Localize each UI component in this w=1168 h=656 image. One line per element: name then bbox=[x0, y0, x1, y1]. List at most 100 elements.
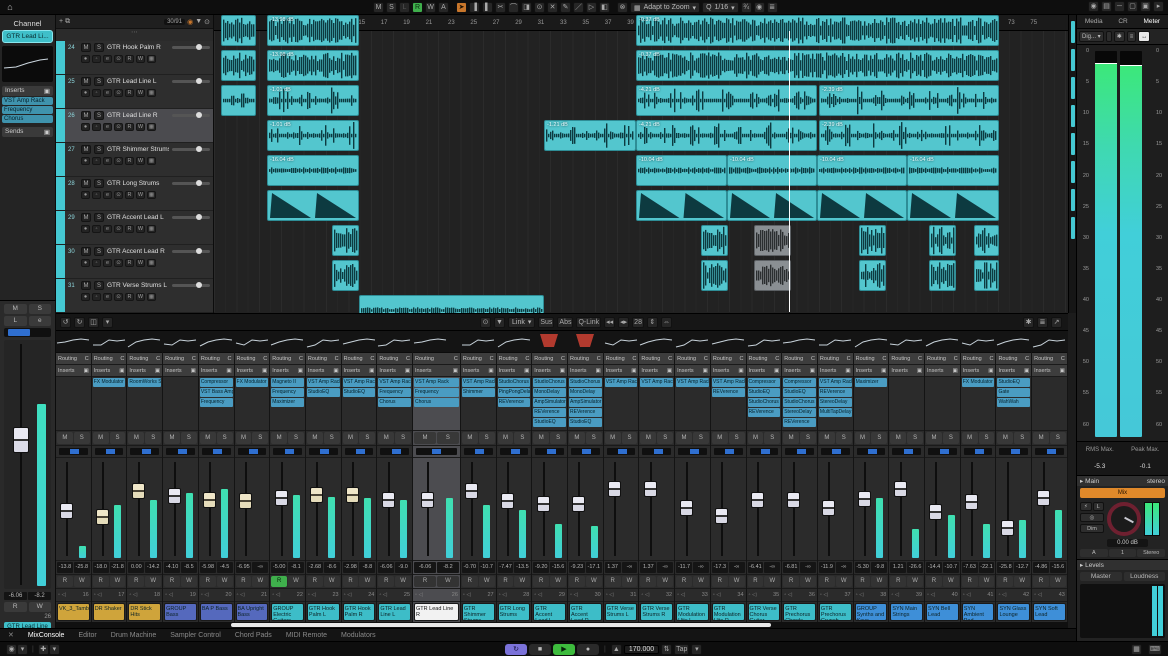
channel-curve-thumbnail[interactable] bbox=[675, 331, 710, 353]
zoom-tool-icon[interactable]: ⊙ bbox=[534, 2, 545, 13]
channel-name-label[interactable]: SYN Bell Lead bbox=[926, 603, 959, 621]
mute-button[interactable]: M bbox=[462, 432, 478, 444]
insert-slot[interactable]: VST Amp Rack bbox=[676, 378, 709, 387]
volume-value[interactable]: -5.00 bbox=[271, 562, 287, 573]
insert-slot[interactable]: Compressor bbox=[748, 378, 781, 387]
insert-slot[interactable]: VST Amp Rack bbox=[414, 378, 459, 387]
state-button-l[interactable]: L bbox=[399, 2, 410, 13]
mute-button[interactable]: M bbox=[783, 432, 799, 444]
insert-slot[interactable]: Compressor bbox=[783, 378, 816, 387]
read-button[interactable]: R bbox=[462, 576, 478, 587]
insert-slot[interactable]: MonoDelay bbox=[569, 388, 602, 397]
write-button[interactable]: W bbox=[252, 576, 268, 587]
insert-slot[interactable]: Chorus bbox=[414, 398, 459, 407]
monitor-icon[interactable]: ◦ ◁ bbox=[344, 592, 352, 598]
audio-event[interactable] bbox=[929, 260, 956, 291]
audio-event[interactable] bbox=[929, 225, 956, 256]
open-external-icon[interactable]: ↗ bbox=[1051, 317, 1062, 328]
inserts-rack-header[interactable]: Inserts▣ bbox=[235, 365, 270, 377]
erase-tool-icon[interactable]: ◨ bbox=[521, 2, 532, 13]
pan-control[interactable] bbox=[56, 446, 91, 458]
mute-button[interactable]: M bbox=[855, 432, 871, 444]
chevron-down-icon[interactable]: ▾ bbox=[691, 644, 702, 655]
channel-curve-thumbnail[interactable] bbox=[235, 331, 270, 353]
track-row[interactable]: 29 M S GTR Accent Lead L ●◦e⊙RW▦ bbox=[56, 211, 213, 245]
pan-control[interactable] bbox=[889, 446, 924, 458]
search-icon[interactable]: ⊙ bbox=[204, 18, 210, 26]
channel-name-label[interactable]: GTR Accent Lead R bbox=[569, 603, 602, 621]
track-volume-slider[interactable] bbox=[172, 148, 210, 151]
sus-button[interactable]: Sus bbox=[538, 317, 554, 328]
rms-max-value[interactable]: -5.3 bbox=[1077, 463, 1123, 470]
audio-event[interactable] bbox=[907, 190, 999, 221]
track-volume-slider[interactable] bbox=[172, 284, 210, 287]
monitor-icon[interactable]: ◉ bbox=[754, 2, 765, 13]
mute-button[interactable]: M bbox=[962, 432, 978, 444]
solo-button[interactable]: S bbox=[324, 432, 340, 444]
track-monitor-button[interactable]: ◦ bbox=[92, 259, 101, 267]
control-room-level-knob[interactable] bbox=[1107, 502, 1141, 536]
channel-name-label[interactable]: SYN Glass Lounge bbox=[997, 603, 1030, 621]
monitor-icon[interactable]: ◦ ◁ bbox=[1034, 592, 1042, 598]
tab-drum-machine[interactable]: Drum Machine bbox=[111, 632, 157, 639]
insert-slot[interactable]: StudioEQ bbox=[997, 378, 1030, 387]
track-row[interactable]: 27 M S GTR Shimmer Strums ●◦e⊙RW▦ bbox=[56, 143, 213, 177]
play-tool-icon[interactable]: ▷ bbox=[586, 2, 597, 13]
maximize-window-icon[interactable]: ▢ bbox=[1127, 1, 1138, 12]
inserts-rack-header[interactable]: Inserts▣ bbox=[747, 365, 782, 377]
audio-event[interactable]: -16.04 dB bbox=[907, 155, 999, 186]
routing-rack-header[interactable]: RoutingC bbox=[497, 353, 532, 365]
channel-name-label[interactable]: GTR Prechorus Chords bbox=[783, 603, 816, 621]
volume-value[interactable]: 1.21 bbox=[890, 562, 906, 573]
peak-value[interactable]: -9.8 bbox=[871, 562, 887, 573]
pan-control[interactable] bbox=[925, 446, 960, 458]
peak-value[interactable]: -14.2 bbox=[145, 562, 161, 573]
monitor-icon[interactable]: ◦ ◁ bbox=[58, 592, 66, 598]
volume-value[interactable]: 1.37 bbox=[640, 562, 656, 573]
read-button[interactable]: R bbox=[128, 576, 144, 587]
peak-value[interactable]: -∞ bbox=[693, 562, 709, 573]
insert-slot[interactable]: Gate bbox=[997, 388, 1030, 397]
monitor-a-button[interactable]: A bbox=[1080, 549, 1108, 557]
mixer-channel[interactable]: RoutingC Inserts▣ VST Amp RackShimmer MS… bbox=[461, 331, 497, 622]
audio-event[interactable]: -0.37 dB bbox=[636, 15, 999, 46]
routing-rack-header[interactable]: RoutingC bbox=[889, 353, 924, 365]
monitor-icon[interactable]: ◦ ◁ bbox=[129, 592, 137, 598]
channel-curve-thumbnail[interactable] bbox=[377, 331, 412, 353]
read-button[interactable]: R bbox=[748, 576, 764, 587]
mute-button[interactable]: M bbox=[343, 432, 359, 444]
channel-curve-thumbnail[interactable] bbox=[961, 331, 996, 353]
channel-name-label[interactable]: GROUP Bass bbox=[164, 603, 197, 621]
write-button[interactable]: W bbox=[907, 576, 923, 587]
inserts-rack-header[interactable]: Inserts▣ bbox=[342, 365, 377, 377]
track-name[interactable]: GTR Accent Lead R bbox=[107, 248, 169, 255]
pan-control[interactable] bbox=[532, 446, 567, 458]
audio-event[interactable] bbox=[701, 260, 728, 291]
insert-slot[interactable]: FX Modulator bbox=[236, 378, 269, 387]
pan-control[interactable] bbox=[1032, 446, 1067, 458]
channel-curve-thumbnail[interactable] bbox=[532, 331, 567, 353]
solo-button[interactable]: S bbox=[94, 179, 104, 188]
insert-slot[interactable]: REVerence bbox=[748, 408, 781, 417]
fader-handle[interactable] bbox=[537, 496, 550, 512]
inserts-rack-header[interactable]: Inserts▣ bbox=[199, 365, 234, 377]
insert-slot[interactable]: StudioChorus bbox=[533, 378, 566, 387]
track-lanes-button[interactable]: ▦ bbox=[147, 259, 156, 267]
read-button[interactable]: R bbox=[378, 576, 394, 587]
solo-button[interactable]: S bbox=[657, 432, 673, 444]
link-dropdown[interactable]: Link▾ bbox=[508, 317, 535, 328]
expand-icon[interactable]: ↔ bbox=[1138, 31, 1150, 42]
monitor-icon[interactable]: ◦ ◁ bbox=[641, 592, 649, 598]
read-button[interactable]: R bbox=[164, 576, 180, 587]
mute-button[interactable]: M bbox=[498, 432, 514, 444]
duplicate-track-icon[interactable]: ⧉ bbox=[65, 18, 70, 26]
inserts-rack-header[interactable]: Inserts▣ bbox=[532, 365, 567, 377]
insert-slot[interactable]: AmpSimulator bbox=[569, 398, 602, 407]
mute-button[interactable]: M bbox=[81, 77, 91, 86]
volume-value[interactable]: -13.8 bbox=[57, 562, 73, 573]
audio-event[interactable] bbox=[859, 260, 886, 291]
mute-button[interactable]: M bbox=[81, 179, 91, 188]
channel-curve-thumbnail[interactable] bbox=[639, 331, 674, 353]
pan-control[interactable] bbox=[747, 446, 782, 458]
insert-slot[interactable]: VST Bass Amp bbox=[200, 388, 233, 397]
